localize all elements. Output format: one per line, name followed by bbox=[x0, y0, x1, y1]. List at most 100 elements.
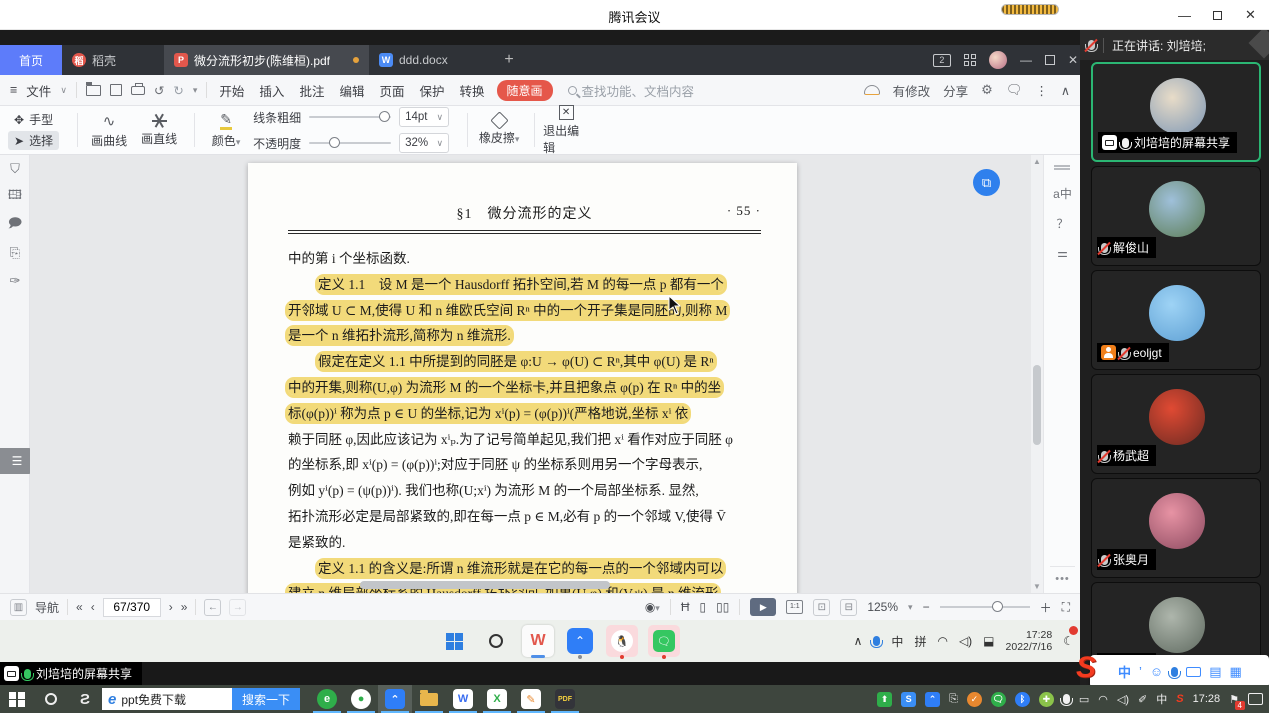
participant-tile[interactable]: 张奥月 bbox=[1091, 478, 1261, 578]
s-tray-icon[interactable]: S bbox=[901, 692, 916, 707]
thickness-slider[interactable] bbox=[309, 116, 391, 118]
more-menu-icon[interactable]: ⋮ bbox=[1035, 83, 1048, 98]
speaker-icon[interactable]: ◁) bbox=[959, 634, 972, 648]
first-page-button[interactable]: « bbox=[76, 600, 83, 614]
adjust-sliders-icon[interactable]: ⚌ bbox=[1044, 238, 1080, 268]
zoom-slider[interactable] bbox=[940, 606, 1030, 608]
draw-line-tool[interactable]: 画直线 bbox=[136, 109, 182, 151]
shared-qq-app[interactable]: 🐧 bbox=[606, 625, 638, 657]
notification-icon[interactable] bbox=[1248, 693, 1263, 705]
comment-panel-icon[interactable]: 🗩 bbox=[0, 211, 30, 239]
window-switch-icon[interactable]: 2 bbox=[933, 54, 951, 67]
collapse-ribbon-icon[interactable]: ∧ bbox=[1061, 83, 1070, 98]
translate-icon[interactable]: a中 bbox=[1044, 178, 1080, 208]
opacity-value-dropdown[interactable]: 32%∨ bbox=[399, 133, 449, 153]
ime-zh-indicator[interactable]: 中 bbox=[891, 633, 903, 650]
bookmark-icon[interactable]: ⛉ bbox=[0, 155, 30, 183]
pen-icon[interactable]: ✐ bbox=[1138, 693, 1147, 706]
sogou-pinwheel-button[interactable]: Ƨ bbox=[68, 685, 102, 713]
taskbar-search-box[interactable]: e ppt免费下载 bbox=[102, 688, 232, 710]
restore-button[interactable] bbox=[1201, 0, 1234, 30]
usb-tray-icon[interactable]: ⬆ bbox=[877, 692, 892, 707]
zoom-in-button[interactable]: ＋ bbox=[1040, 599, 1052, 616]
print-icon[interactable] bbox=[131, 86, 145, 95]
ime-voice-icon[interactable] bbox=[1171, 667, 1178, 677]
next-page-button[interactable]: › bbox=[169, 600, 173, 614]
ime-mode-zh[interactable]: 中 bbox=[1118, 662, 1131, 681]
two-page-icon[interactable]: ▯▯ bbox=[716, 600, 729, 614]
ime-emoji-icon[interactable]: ☺ bbox=[1150, 664, 1163, 679]
share-button[interactable]: 分享 bbox=[943, 81, 968, 100]
sogou-tray-icon[interactable]: S bbox=[1176, 693, 1183, 705]
document-area[interactable]: §1 微分流形的定义 · 55 · 中的第 i 个坐标函数.定义 1.1 设 M… bbox=[30, 155, 1031, 593]
menu-convert[interactable]: 转换 bbox=[457, 81, 488, 100]
wifi-icon[interactable]: ◠ bbox=[937, 634, 947, 648]
ime-keyboard-icon[interactable] bbox=[1186, 667, 1201, 677]
camera-icon[interactable]: ⬓ bbox=[983, 634, 994, 648]
app-notes[interactable]: ✎ bbox=[514, 685, 548, 713]
attachment-icon[interactable]: ⎘ bbox=[0, 239, 30, 267]
draw-curve-tool[interactable]: ∿画曲线 bbox=[86, 109, 132, 151]
nav-panel-icon[interactable]: ▥ bbox=[10, 599, 27, 616]
meeting-tray-icon[interactable]: ⌃ bbox=[925, 692, 940, 707]
menu-protect[interactable]: 保护 bbox=[416, 81, 447, 100]
settings-gear-icon[interactable]: ⚙ bbox=[981, 82, 993, 98]
vertical-scrollbar[interactable]: ▲ ▼ bbox=[1031, 155, 1043, 593]
ime-punct-icon[interactable]: ’ bbox=[1139, 664, 1142, 679]
open-file-icon[interactable] bbox=[86, 85, 101, 96]
menu-annotate[interactable]: 批注 bbox=[296, 81, 327, 100]
sogou-ime-toolbar[interactable]: S 中 ’ ☺ ▤ ▦ bbox=[1090, 655, 1269, 688]
history-back-button[interactable]: ← bbox=[204, 599, 221, 616]
app-tencent-meeting[interactable]: ⌃ bbox=[378, 685, 412, 713]
clock[interactable]: 17:28 2022/7/16 bbox=[1006, 629, 1053, 653]
speaker-icon[interactable]: ◁) bbox=[1117, 693, 1129, 706]
ime-toolbox-icon[interactable]: ▦ bbox=[1229, 664, 1241, 680]
search-field[interactable]: 查找功能、文档内容 bbox=[568, 81, 695, 100]
eraser-tool[interactable]: 橡皮擦▾ bbox=[476, 109, 522, 151]
save-icon[interactable] bbox=[110, 84, 122, 96]
participant-tile[interactable]: eoljgt bbox=[1091, 270, 1261, 370]
wps-restore-button[interactable] bbox=[1045, 55, 1055, 65]
file-menu[interactable]: 文件 bbox=[26, 81, 51, 100]
shared-wps-app[interactable]: W bbox=[522, 625, 554, 657]
app-wps-sheet[interactable]: X bbox=[480, 685, 514, 713]
viewer-start-button[interactable] bbox=[0, 685, 34, 713]
night-mode-icon[interactable]: ☾ bbox=[1063, 634, 1074, 648]
redo-icon[interactable]: ↻ bbox=[173, 83, 183, 98]
page-number-input[interactable] bbox=[103, 598, 161, 617]
help-icon[interactable]: ？ bbox=[1044, 208, 1080, 238]
single-page-icon[interactable]: ▯ bbox=[700, 600, 707, 614]
account-avatar[interactable] bbox=[989, 51, 1007, 69]
prev-page-button[interactable]: ‹ bbox=[91, 600, 95, 614]
menu-insert[interactable]: 插入 bbox=[256, 81, 287, 100]
projection-button[interactable]: ⧉ bbox=[973, 169, 1000, 196]
scrollbar-thumb[interactable] bbox=[1033, 365, 1041, 445]
slideshow-play-button[interactable]: ▶ bbox=[750, 598, 776, 616]
new-tab-button[interactable]: + bbox=[494, 45, 524, 75]
tab-docx[interactable]: Wddd.docx bbox=[369, 45, 494, 75]
bluetooth-icon[interactable]: ᛒ bbox=[1015, 692, 1030, 707]
action-center-icon[interactable]: ⚑4 bbox=[1229, 693, 1239, 706]
shared-start-button[interactable] bbox=[438, 625, 470, 657]
tab-home[interactable]: 首页 bbox=[0, 45, 62, 75]
self-mic-muted-icon[interactable] bbox=[1088, 40, 1095, 50]
shield-tray-icon[interactable]: ✓ bbox=[967, 692, 982, 707]
stamp-icon[interactable]: ✑ bbox=[0, 267, 30, 295]
exit-edit-button[interactable]: ✕退出编辑 bbox=[543, 109, 589, 151]
battery-icon[interactable]: ▭ bbox=[1079, 693, 1089, 706]
taskbar-search-go-button[interactable]: 搜索一下 bbox=[232, 688, 300, 710]
tray-mic-icon[interactable] bbox=[873, 636, 880, 646]
horizontal-scrollbar[interactable] bbox=[360, 581, 610, 589]
nav-label[interactable]: 导航 bbox=[35, 599, 59, 616]
undo-icon[interactable]: ↺ bbox=[154, 83, 164, 98]
ime-zh-tray[interactable]: 中 bbox=[1156, 691, 1167, 707]
fit-width-icon[interactable]: ⊟ bbox=[840, 599, 857, 616]
history-forward-button[interactable]: → bbox=[229, 599, 246, 616]
app-360-browser[interactable]: e bbox=[310, 685, 344, 713]
menu-start[interactable]: 开始 bbox=[216, 81, 247, 100]
thickness-value-dropdown[interactable]: 14pt∨ bbox=[399, 107, 449, 127]
hand-tool[interactable]: ✥手型 bbox=[8, 110, 59, 129]
image-panel-icon[interactable]: 🖽 bbox=[0, 183, 30, 211]
outline-toggle-button[interactable]: ☰ bbox=[0, 448, 34, 474]
tab-pdf-active[interactable]: P微分流形初步(陈维桓).pdf bbox=[164, 45, 369, 75]
